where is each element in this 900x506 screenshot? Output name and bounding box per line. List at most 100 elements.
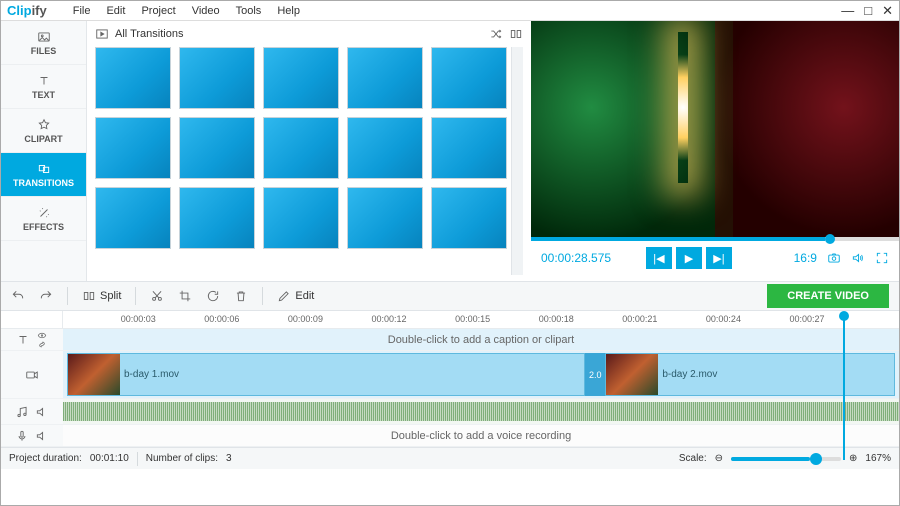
apply-all-icon[interactable] bbox=[509, 27, 523, 41]
sidebar-label-clipart: CLIPART bbox=[24, 134, 62, 144]
voice-track[interactable]: Double-click to add a voice recording bbox=[63, 425, 899, 446]
edit-toolbar: Split Edit CREATE VIDEO bbox=[1, 281, 899, 311]
sidebar-label-files: FILES bbox=[31, 46, 57, 56]
zoom-in-icon[interactable]: ⊕ bbox=[849, 453, 857, 464]
video-clip-1[interactable]: b-day 1.mov bbox=[67, 353, 585, 396]
time-ruler[interactable]: 00:00:03 00:00:06 00:00:09 00:00:12 00:0… bbox=[63, 311, 899, 328]
snapshot-icon[interactable] bbox=[827, 251, 841, 265]
edit-button[interactable]: Edit bbox=[277, 289, 314, 303]
duration-value: 00:01:10 bbox=[90, 453, 129, 464]
redo-icon[interactable] bbox=[39, 289, 53, 303]
sidebar-item-files[interactable]: FILES bbox=[1, 21, 86, 65]
transition-thumb[interactable] bbox=[431, 187, 507, 249]
sidebar-item-effects[interactable]: EFFECTS bbox=[1, 197, 86, 241]
play-button[interactable]: ▶ bbox=[676, 247, 702, 269]
aspect-ratio[interactable]: 16:9 bbox=[794, 251, 817, 265]
sidebar-item-transitions[interactable]: TRANSITIONS bbox=[1, 153, 86, 197]
preview-timecode: 00:00:28.575 bbox=[541, 251, 611, 265]
volume-icon[interactable] bbox=[851, 251, 865, 265]
split-button[interactable]: Split bbox=[82, 289, 121, 303]
menu-edit[interactable]: Edit bbox=[100, 5, 131, 17]
timeline: 00:00:03 00:00:06 00:00:09 00:00:12 00:0… bbox=[1, 311, 899, 447]
text-track-icon bbox=[16, 333, 30, 347]
next-button[interactable]: ▶| bbox=[706, 247, 732, 269]
star-icon bbox=[37, 118, 51, 132]
window-minimize-icon[interactable]: — bbox=[841, 3, 854, 19]
app-logo: Clipify bbox=[7, 3, 47, 18]
preview-pane: 00:00:28.575 |◀ ▶ ▶| 16:9 bbox=[531, 21, 899, 281]
visibility-icon[interactable] bbox=[36, 331, 48, 340]
audio-track[interactable] bbox=[63, 399, 899, 424]
menu-help[interactable]: Help bbox=[271, 5, 306, 17]
link-icon[interactable] bbox=[36, 340, 48, 349]
pencil-icon bbox=[277, 289, 291, 303]
menu-project[interactable]: Project bbox=[135, 5, 181, 17]
caption-track[interactable]: Double-click to add a caption or clipart bbox=[63, 329, 899, 350]
waveform bbox=[63, 402, 899, 421]
window-maximize-icon[interactable]: □ bbox=[864, 3, 872, 19]
playback-icon bbox=[95, 27, 109, 41]
music-track-icon bbox=[15, 405, 29, 419]
transition-thumb[interactable] bbox=[179, 117, 255, 179]
left-sidebar: FILES TEXT CLIPART TRANSITIONS EFFECTS bbox=[1, 21, 87, 281]
clip-thumbnail bbox=[606, 354, 658, 395]
preview-seekbar[interactable] bbox=[531, 237, 899, 241]
clip-thumbnail bbox=[68, 354, 120, 395]
preview-video[interactable] bbox=[531, 21, 899, 237]
menu-tools[interactable]: Tools bbox=[230, 5, 268, 17]
menu-bar: File Edit Project Video Tools Help bbox=[67, 5, 306, 17]
video-clip-2[interactable]: b-day 2.mov bbox=[605, 353, 895, 396]
split-icon bbox=[82, 289, 96, 303]
zoom-out-icon[interactable]: ⊖ bbox=[715, 453, 723, 464]
video-track-icon bbox=[25, 368, 39, 382]
transition-thumb[interactable] bbox=[95, 187, 171, 249]
scale-label: Scale: bbox=[679, 453, 707, 464]
transition-thumb[interactable] bbox=[263, 47, 339, 109]
create-video-button[interactable]: CREATE VIDEO bbox=[767, 284, 889, 308]
transition-thumb[interactable] bbox=[347, 47, 423, 109]
sidebar-label-effects: EFFECTS bbox=[23, 222, 64, 232]
delete-icon[interactable] bbox=[234, 289, 248, 303]
fullscreen-icon[interactable] bbox=[875, 251, 889, 265]
speaker-icon[interactable] bbox=[35, 429, 49, 443]
menu-file[interactable]: File bbox=[67, 5, 97, 17]
window-close-icon[interactable]: ✕ bbox=[882, 3, 893, 19]
clip-count-label: Number of clips: bbox=[146, 453, 218, 464]
transition-thumb[interactable] bbox=[347, 187, 423, 249]
playhead-line bbox=[843, 320, 845, 460]
sidebar-label-transitions: TRANSITIONS bbox=[13, 178, 74, 188]
transition-thumb[interactable] bbox=[179, 47, 255, 109]
shuffle-icon[interactable] bbox=[489, 27, 503, 41]
panel-scrollbar[interactable] bbox=[511, 47, 523, 275]
prev-button[interactable]: |◀ bbox=[646, 247, 672, 269]
zoom-slider[interactable] bbox=[731, 457, 841, 461]
crop-icon[interactable] bbox=[178, 289, 192, 303]
duration-label: Project duration: bbox=[9, 453, 82, 464]
wand-icon bbox=[37, 206, 51, 220]
clip-count-value: 3 bbox=[226, 453, 232, 464]
menu-video[interactable]: Video bbox=[186, 5, 226, 17]
sidebar-item-text[interactable]: TEXT bbox=[1, 65, 86, 109]
transition-thumb[interactable] bbox=[431, 47, 507, 109]
transition-thumb[interactable] bbox=[179, 187, 255, 249]
transition-thumb[interactable] bbox=[95, 47, 171, 109]
video-track[interactable]: b-day 1.mov 2.0 b-day 2.mov bbox=[63, 351, 899, 398]
sidebar-item-clipart[interactable]: CLIPART bbox=[1, 109, 86, 153]
rotate-icon[interactable] bbox=[206, 289, 220, 303]
transitions-icon bbox=[37, 162, 51, 176]
undo-icon[interactable] bbox=[11, 289, 25, 303]
cut-icon[interactable] bbox=[150, 289, 164, 303]
transition-block[interactable]: 2.0 bbox=[585, 353, 605, 396]
image-icon bbox=[37, 30, 51, 44]
transition-thumb[interactable] bbox=[347, 117, 423, 179]
sidebar-label-text: TEXT bbox=[32, 90, 55, 100]
mic-track-icon bbox=[15, 429, 29, 443]
transition-thumb[interactable] bbox=[263, 187, 339, 249]
transition-thumb[interactable] bbox=[95, 117, 171, 179]
speaker-icon[interactable] bbox=[35, 405, 49, 419]
transition-thumb[interactable] bbox=[431, 117, 507, 179]
scale-value: 167% bbox=[865, 453, 891, 464]
transitions-panel: All Transitions bbox=[87, 21, 531, 281]
status-bar: Project duration: 00:01:10 Number of cli… bbox=[1, 447, 899, 469]
transition-thumb[interactable] bbox=[263, 117, 339, 179]
